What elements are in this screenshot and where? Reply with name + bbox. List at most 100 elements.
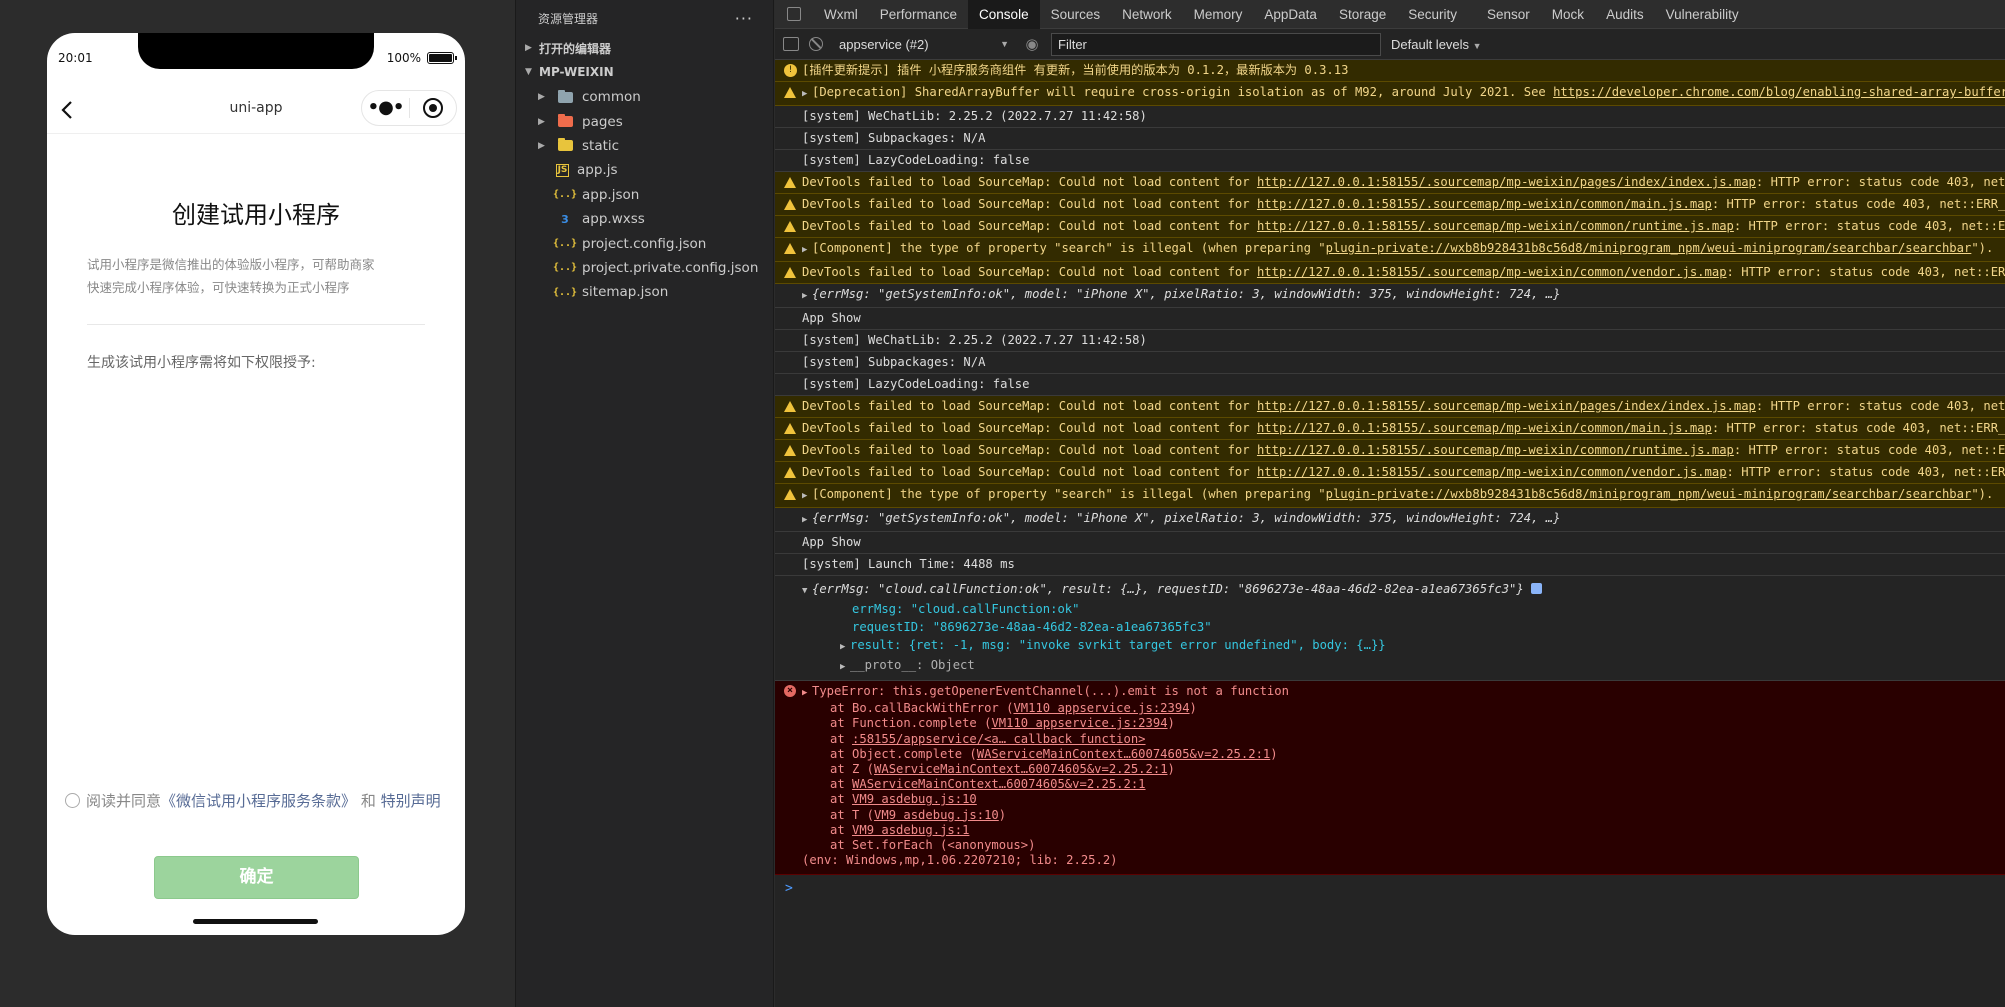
tab-sources[interactable]: Sources [1040,0,1112,29]
log-link[interactable]: http://127.0.0.1:58155/.sourcemap/mp-wei… [1257,465,1727,479]
close-target-icon[interactable] [410,98,456,118]
context-select[interactable]: appservice (#2) [833,32,1013,57]
sysinfo-object-row[interactable]: ▶ {errMsg: "getSystemInfo:ok", model: "iP… [775,284,2005,308]
prop-text: result: {ret: -1, msg: "invoke svrkit ta… [850,638,1386,652]
log-link[interactable]: http://127.0.0.1:58155/.sourcemap/mp-wei… [1257,197,1712,211]
more-dots-icon[interactable]: •●• [362,91,409,125]
stack-link[interactable]: VM9 asdebug.js:1 [852,823,969,837]
stack-link[interactable]: VM9 asdebug.js:10 [874,808,999,822]
tree-item[interactable]: {..} project.private.config.json [516,256,773,280]
statement-link[interactable]: 特别声明 [381,792,441,810]
levels-dropdown[interactable]: Default levels ▼ [1391,37,1482,52]
live-expression-eye-icon[interactable]: ◉ [1023,35,1041,53]
status-battery: 100% [387,51,457,65]
stack-link[interactable]: :58155/appservice/<a… callback function> [852,732,1146,746]
stack-frame: at Function.complete (VM110 appservice.j… [830,716,1175,731]
expand-arrow-icon[interactable]: ▶ [802,686,811,701]
log-link[interactable]: http://127.0.0.1:58155/.sourcemap/mp-wei… [1257,219,1734,233]
tree-item[interactable]: ▶ pages [516,109,773,133]
log-link[interactable]: http://127.0.0.1:58155/.sourcemap/mp-wei… [1257,175,1756,189]
sidebar-toggle-icon[interactable] [783,37,799,51]
expand-arrow-icon[interactable]: ▶ [802,489,811,504]
project-section[interactable]: ▼ MP-WEIXIN [516,60,773,84]
chevron-right-icon: ▶ [525,43,532,53]
sourcemap-warning-row: DevTools failed to load SourceMap: Could… [775,172,2005,194]
error-stack: at Bo.callBackWithError (VM110 appservic… [802,701,2005,853]
chevron-right-icon[interactable]: ▶ [538,141,552,151]
tab-wxml[interactable]: Wxml [813,0,869,29]
stack-link[interactable]: VM9 asdebug.js:10 [852,792,977,806]
log-link[interactable]: http://127.0.0.1:58155/.sourcemap/mp-wei… [1257,399,1756,413]
cloud-result-object[interactable]: ▼ {errMsg: "cloud.callFunction:ok", resul… [775,576,2005,681]
tab-vulnerability[interactable]: Vulnerability [1655,0,1750,29]
log-link[interactable]: http://127.0.0.1:58155/.sourcemap/mp-wei… [1257,443,1734,457]
tree-item[interactable]: JS app.js [516,158,773,182]
expand-arrow-icon[interactable]: ▶ [802,289,811,304]
stack-link[interactable]: VM110 appservice.js:2394 [991,716,1167,730]
capsule-menu: •●• [361,90,457,126]
explorer-header: 资源管理器 ··· [516,0,773,36]
console-prompt[interactable]: > [775,875,2005,896]
deprecation-row[interactable]: ▶ [Deprecation] SharedArrayBuffer will re… [775,82,2005,106]
log-link[interactable]: plugin-private://wxb8b928431b8c56d8/mini… [1326,487,1972,501]
stack-link[interactable]: WAServiceMainContext…60074605&v=2.25.2:1 [977,747,1271,761]
more-icon[interactable]: ··· [735,9,753,28]
tab-performance[interactable]: Performance [869,0,968,29]
tree-item[interactable]: {..} app.json [516,183,773,207]
sourcemap-warning-row: DevTools failed to load SourceMap: Could… [775,396,2005,418]
tab-network[interactable]: Network [1111,0,1183,29]
tab-storage[interactable]: Storage [1328,0,1397,29]
prop-result[interactable]: ▶ result: {ret: -1, msg: "invoke svrkit t… [802,636,2005,656]
chevron-right-icon[interactable]: ▶ [538,117,552,127]
tree-item[interactable]: 3 app.wxss [516,207,773,231]
desc-line-2: 快速完成小程序体验，可快速转换为正式小程序 [87,280,350,295]
collapse-arrow-icon[interactable]: ▼ [802,582,811,600]
chevron-right-icon[interactable]: ▶ [538,92,552,102]
sysinfo-object-row[interactable]: ▶ {errMsg: "getSystemInfo:ok", model: "iP… [775,508,2005,532]
tab-appdata[interactable]: AppData [1253,0,1328,29]
clear-console-icon[interactable] [809,37,823,51]
expand-arrow-icon[interactable]: ▶ [840,638,849,656]
tree-item[interactable]: {..} project.config.json [516,231,773,255]
expand-arrow-icon[interactable]: ▶ [840,658,849,676]
open-editors-section[interactable]: ▶ 打开的编辑器 [516,36,773,60]
expand-arrow-icon[interactable]: ▶ [802,243,811,258]
stack-link[interactable]: VM110 appservice.js:2394 [1013,701,1189,715]
terms-link[interactable]: 《微信试用小程序服务条款》 [161,792,356,810]
error-row[interactable]: × ▶ TypeError: this.getOpenerEventChannel… [775,681,2005,876]
tab-security[interactable]: Security [1397,0,1468,29]
tab-sensor[interactable]: Sensor [1476,0,1541,29]
inspect-icon[interactable] [775,0,813,29]
log-object: {errMsg: "cloud.callFunction:ok", result… [812,582,1524,596]
stack-link[interactable]: WAServiceMainContext…60074605&v=2.25.2:1 [852,777,1146,791]
confirm-button[interactable]: 确定 [154,856,359,899]
log-row: [system] WeChatLib: 2.25.2 (2022.7.27 11… [775,330,2005,352]
tab-memory[interactable]: Memory [1183,0,1254,29]
log-link[interactable]: plugin-private://wxb8b928431b8c56d8/mini… [1326,241,1972,255]
error-message: TypeError: this.getOpenerEventChannel(..… [812,684,1289,698]
tab-console[interactable]: Console [968,0,1040,29]
stack-frame: at Set.forEach (<anonymous>) [830,838,1036,853]
log-link[interactable]: http://127.0.0.1:58155/.sourcemap/mp-wei… [1257,421,1712,435]
log-link[interactable]: http://127.0.0.1:58155/.sourcemap/mp-wei… [1257,265,1727,279]
component-warning-row[interactable]: ▶ [Component] the type of property "searc… [775,238,2005,262]
file-tree: ▶ common ▶ pages ▶ static JS app.js {..} app.json… [516,84,773,305]
tree-item[interactable]: {..} sitemap.json [516,280,773,304]
prop-proto[interactable]: ▶ __proto__: Object [802,656,2005,676]
tab-mock[interactable]: Mock [1541,0,1595,29]
tree-item[interactable]: ▶ common [516,85,773,109]
log-text: : HTTP error: status code 403, net::ERR_ [1711,421,2005,435]
filter-input[interactable]: Filter [1051,32,1381,56]
tree-item[interactable]: ▶ static [516,134,773,158]
cloud-summary[interactable]: ▼ {errMsg: "cloud.callFunction:ok", resul… [802,580,2005,600]
log-link[interactable]: https://developer.chrome.com/blog/enabli… [1553,85,2005,99]
expand-arrow-icon[interactable]: ▶ [802,87,811,102]
agree-radio[interactable] [65,793,80,808]
expand-arrow-icon[interactable]: ▶ [802,513,811,528]
stack-link[interactable]: WAServiceMainContext…60074605&v=2.25.2:1 [874,762,1168,776]
home-indicator [193,919,318,924]
component-warning-row[interactable]: ▶ [Component] the type of property "searc… [775,484,2005,508]
log-row: [system] Subpackages: N/A [775,128,2005,150]
tab-audits[interactable]: Audits [1595,0,1655,29]
status-time: 20:01 [58,51,93,65]
